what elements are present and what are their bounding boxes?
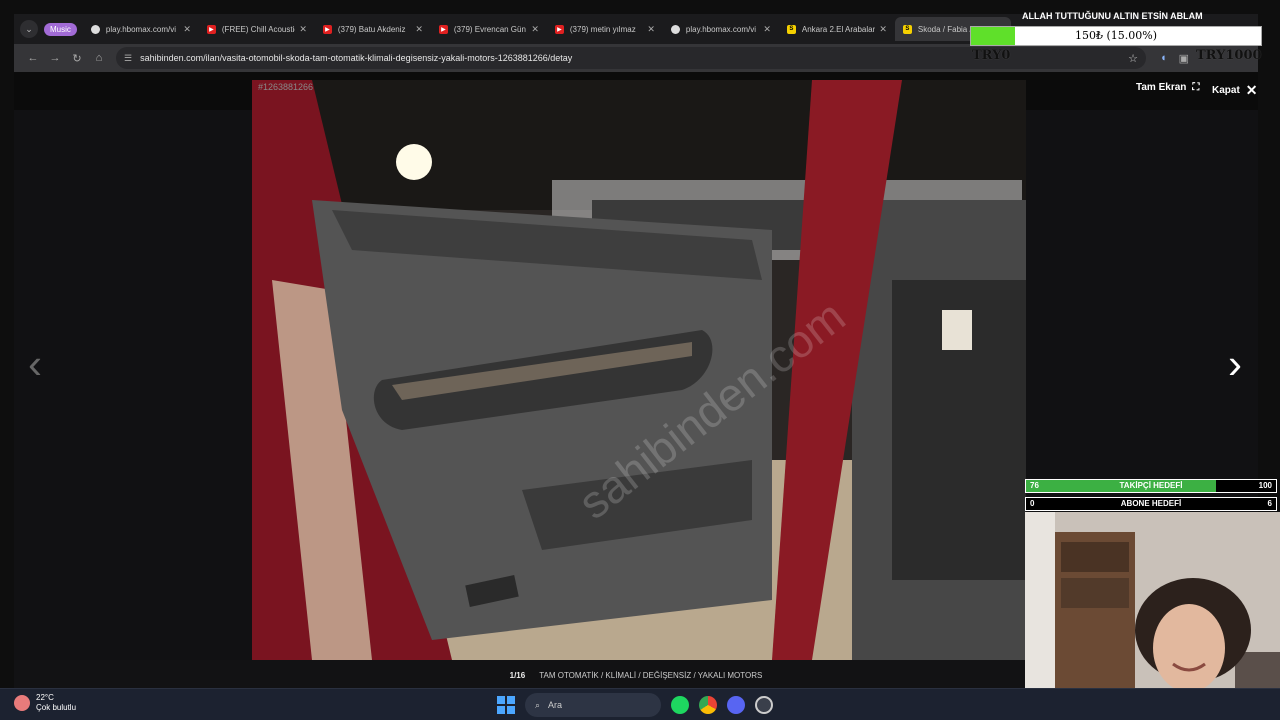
tab-search-icon[interactable]: ⌄ xyxy=(20,20,38,38)
youtube-icon: ▶ xyxy=(206,24,216,34)
close-label: Kapat xyxy=(1212,85,1240,96)
tab-title: (379) Batu Akdeniz xyxy=(337,24,406,34)
close-icon[interactable]: ✕ xyxy=(647,24,655,35)
sahibinden-icon: S xyxy=(786,24,796,34)
search-icon: ⌕ xyxy=(535,699,541,710)
follower-target: 100 xyxy=(1258,481,1272,490)
car-door-photo: sahibinden.com #1263881266 xyxy=(252,80,1026,660)
viewer-left-panel xyxy=(14,110,252,690)
home-icon[interactable]: ⌂ xyxy=(88,52,110,64)
close-icon[interactable]: ✕ xyxy=(531,24,539,35)
close-icon[interactable]: ✕ xyxy=(299,24,307,35)
tab-evrencan[interactable]: ▶ (379) Evrencan Gün ✕ xyxy=(431,17,547,41)
close-icon: ✕ xyxy=(1245,82,1258,98)
tab-hbomax-2[interactable]: play.hbomax.com/vi ✕ xyxy=(663,17,779,41)
youtube-icon: ▶ xyxy=(554,24,564,34)
youtube-icon: ▶ xyxy=(322,24,332,34)
donation-progress-bar: 150₺ (15.00%) xyxy=(970,26,1262,46)
tab-metin-yilmaz[interactable]: ▶ (379) metin yılmaz ✕ xyxy=(547,17,663,41)
youtube-icon: ▶ xyxy=(438,24,448,34)
photo-caption: TAM OTOMATİK / KLİMALİ / DEĞİŞENSİZ / YA… xyxy=(539,670,763,680)
tab-title: (379) metin yılmaz xyxy=(569,24,636,34)
hbomax-icon xyxy=(670,24,680,34)
tab-hbomax-1[interactable]: play.hbomax.com/vi ✕ xyxy=(83,17,199,41)
fullscreen-label: Tam Ekran xyxy=(1136,82,1187,93)
currency-max: TRY1000 xyxy=(1196,48,1262,63)
tab-title: play.hbomax.com/vi xyxy=(685,24,756,34)
tab-chill-acoustic[interactable]: ▶ (FREE) Chill Acoustic ✕ xyxy=(199,17,315,41)
close-icon[interactable]: ✕ xyxy=(763,24,771,35)
weather-widget[interactable]: 22°C Çok bulutlu xyxy=(14,693,76,713)
tab-batu-akdeniz[interactable]: ▶ (379) Batu Akdeniz ✕ xyxy=(315,17,431,41)
chrome-icon[interactable] xyxy=(699,696,717,714)
photo-id: #1263881266 xyxy=(258,82,314,92)
temperature: 22°C xyxy=(36,693,54,702)
search-placeholder: Ara xyxy=(548,700,563,710)
subscriber-target: 6 xyxy=(1267,499,1272,508)
follower-goal-bar: 76 TAKİPÇİ HEDEFİ 100 xyxy=(1025,479,1277,493)
currency-min: TRY0 xyxy=(972,48,1011,63)
close-icon[interactable]: ✕ xyxy=(183,24,191,35)
start-menu-icon[interactable] xyxy=(497,696,515,714)
close-viewer-button[interactable]: Kapat ✕ xyxy=(1212,82,1258,99)
forward-icon[interactable]: → xyxy=(44,52,66,64)
previous-photo-icon[interactable]: ‹ xyxy=(28,340,42,388)
donation-progress-text: 150₺ (15.00%) xyxy=(1074,29,1158,42)
spotify-icon[interactable] xyxy=(671,696,689,714)
tab-title: Ankara 2.El Arabalar xyxy=(801,24,876,34)
back-icon[interactable]: ← xyxy=(22,52,44,64)
follower-goal-label: TAKİPÇİ HEDEFİ xyxy=(1119,481,1183,490)
photo-counter: 1/16 xyxy=(509,670,526,680)
tab-title: play.hbomax.com/vi xyxy=(105,24,176,34)
tab-title: (FREE) Chill Acoustic xyxy=(221,24,296,34)
weather-icon xyxy=(14,695,30,711)
car-door-image: sahibinden.com xyxy=(252,80,1026,660)
subscriber-goal-label: ABONE HEDEFİ xyxy=(1120,499,1182,508)
steam-icon[interactable] xyxy=(755,696,773,714)
donation-banner: ALLAH TUTTUĞUNU ALTIN ETSİN ABLAM xyxy=(1022,11,1203,21)
tab-ankara-arabalar[interactable]: S Ankara 2.El Arabalar ✕ xyxy=(779,17,895,41)
donation-overlay: ALLAH TUTTUĞUNU ALTIN ETSİN ABLAM 150₺ (… xyxy=(970,8,1262,68)
discord-icon[interactable] xyxy=(727,696,745,714)
taskbar-search[interactable]: ⌕ Ara xyxy=(525,693,661,717)
expand-icon: ⛶ xyxy=(1192,82,1200,93)
tab-title: (379) Evrencan Gün xyxy=(453,24,526,34)
windows-taskbar: 22°C Çok bulutlu ⌕ Ara xyxy=(0,688,1280,720)
fullscreen-button[interactable]: Tam Ekran ⛶ xyxy=(1136,82,1199,93)
site-info-icon[interactable]: ☰ xyxy=(124,53,132,64)
sahibinden-icon: S xyxy=(902,24,912,34)
subscriber-goal-bar: 0 ABONE HEDEFİ 6 xyxy=(1025,497,1277,511)
next-photo-icon[interactable]: › xyxy=(1228,340,1242,388)
tab-group-music[interactable]: Music xyxy=(44,22,77,36)
hbomax-icon xyxy=(90,24,100,34)
reload-icon[interactable]: ↻ xyxy=(66,52,88,65)
close-icon[interactable]: ✕ xyxy=(879,24,887,35)
weather-condition: Çok bulutlu xyxy=(36,703,77,712)
close-icon[interactable]: ✕ xyxy=(415,24,423,35)
